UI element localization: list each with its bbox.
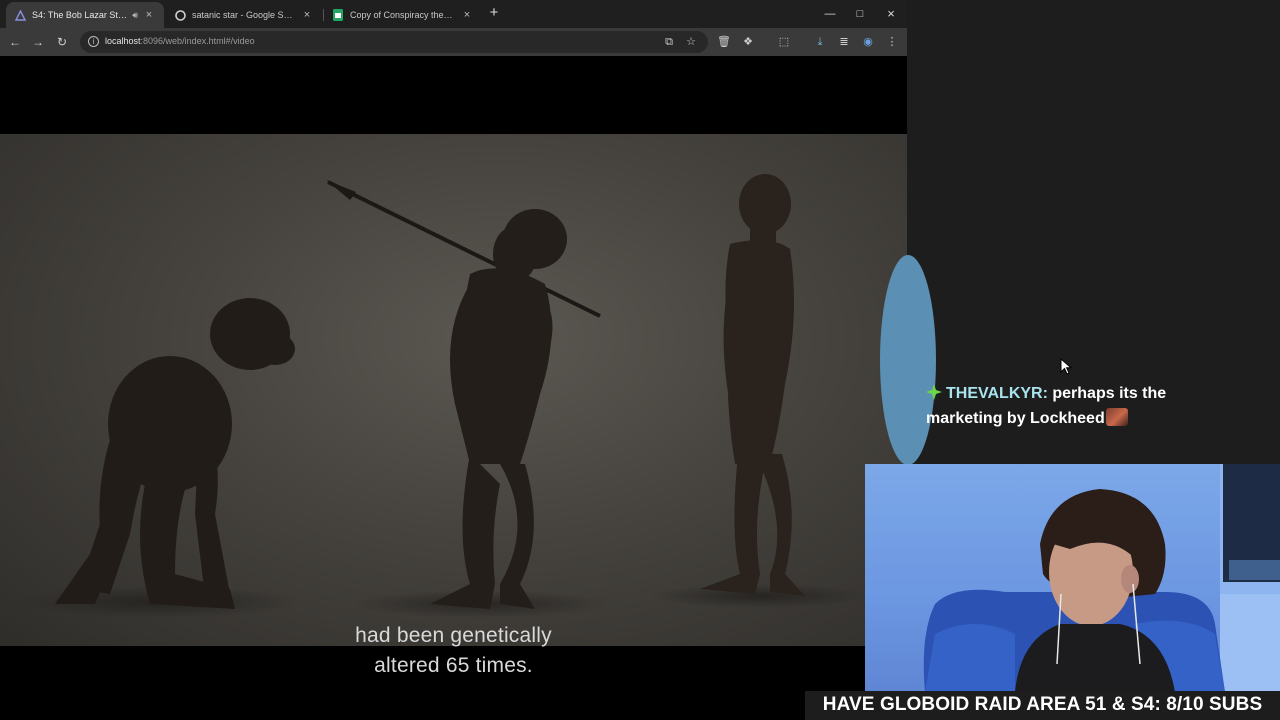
browser-window: S4: The Bob Lazar Story 🔊︎ × satanic sta… bbox=[0, 0, 907, 720]
mouse-cursor-icon bbox=[1060, 358, 1072, 375]
tab-google-search[interactable]: satanic star - Google Search × bbox=[166, 2, 322, 28]
tab-bob-lazar-story[interactable]: S4: The Bob Lazar Story 🔊︎ × bbox=[6, 2, 164, 28]
trash-icon[interactable]: 🗑︎ bbox=[716, 34, 732, 50]
chat-username: THEVALKYR: bbox=[946, 385, 1048, 402]
window-close-icon[interactable]: × bbox=[879, 5, 903, 23]
media-control-icon[interactable]: ≣ bbox=[836, 34, 852, 50]
google-icon bbox=[174, 9, 186, 21]
screen: S4: The Bob Lazar Story 🔊︎ × satanic sta… bbox=[0, 0, 1280, 720]
bookmark-star-icon[interactable]: ☆ bbox=[684, 35, 698, 49]
video-player[interactable]: had been genetically altered 65 times. bbox=[0, 56, 907, 720]
tab-title: S4: The Bob Lazar Story bbox=[32, 10, 129, 20]
emote-icon bbox=[1105, 408, 1128, 426]
speaker-icon[interactable]: 🔊︎ bbox=[132, 10, 138, 21]
video-frame bbox=[0, 134, 907, 646]
subtitle-line-2: altered 65 times. bbox=[374, 654, 533, 677]
tab-strip: S4: The Bob Lazar Story 🔊︎ × satanic sta… bbox=[0, 0, 907, 28]
close-tab-icon[interactable]: × bbox=[142, 8, 156, 22]
site-info-icon[interactable]: i bbox=[88, 36, 99, 47]
tab-title: Copy of Conspiracy theory / tre bbox=[350, 10, 456, 20]
webcam-feed bbox=[865, 464, 1280, 692]
sub-badge-icon bbox=[926, 384, 942, 400]
screenshot-icon[interactable]: ⬚ bbox=[776, 34, 792, 50]
media-server-icon bbox=[14, 9, 26, 21]
sheets-icon bbox=[332, 9, 344, 21]
evolution-statues-image bbox=[20, 174, 870, 618]
url-text[interactable]: localhost:8096/web/index.html#/video bbox=[105, 36, 255, 46]
extensions-icon[interactable]: ❖ bbox=[740, 34, 756, 50]
sub-goal-banner: HAVE GLOBOID RAID AREA 51 & S4: 8/10 SUB… bbox=[805, 691, 1280, 720]
reload-icon[interactable]: ↻ bbox=[53, 33, 71, 51]
menu-icon[interactable]: ⋮ bbox=[884, 34, 900, 50]
streamer-webcam-image bbox=[923, 464, 1280, 692]
minimize-icon[interactable]: — bbox=[818, 5, 842, 23]
download-icon[interactable]: ⤓ bbox=[812, 34, 828, 50]
sub-goal-text: HAVE GLOBOID RAID AREA 51 & S4: 8/10 SUB… bbox=[822, 694, 1263, 715]
cast-icon[interactable]: ⧉ bbox=[662, 35, 676, 49]
close-tab-icon[interactable]: × bbox=[460, 8, 474, 22]
close-tab-icon[interactable]: × bbox=[300, 8, 314, 22]
tab-title: satanic star - Google Search bbox=[192, 10, 296, 20]
maximize-icon[interactable]: □ bbox=[848, 5, 872, 23]
chat-message: THEVALKYR: perhaps its the marketing by … bbox=[926, 381, 1226, 431]
subtitle-line-1: had been genetically bbox=[355, 624, 552, 647]
new-tab-icon[interactable]: + bbox=[486, 5, 502, 21]
decorative-orb bbox=[880, 255, 936, 465]
back-icon[interactable]: ← bbox=[6, 33, 24, 51]
address-bar[interactable]: i localhost:8096/web/index.html#/video ⧉… bbox=[80, 31, 708, 53]
profile-icon[interactable]: ◉ bbox=[860, 34, 876, 50]
forward-icon[interactable]: → bbox=[29, 33, 47, 51]
tab-conspiracy-sheet[interactable]: Copy of Conspiracy theory / tre × bbox=[324, 2, 482, 28]
browser-toolbar: ← → ↻ i localhost:8096/web/index.html#/v… bbox=[0, 28, 907, 56]
